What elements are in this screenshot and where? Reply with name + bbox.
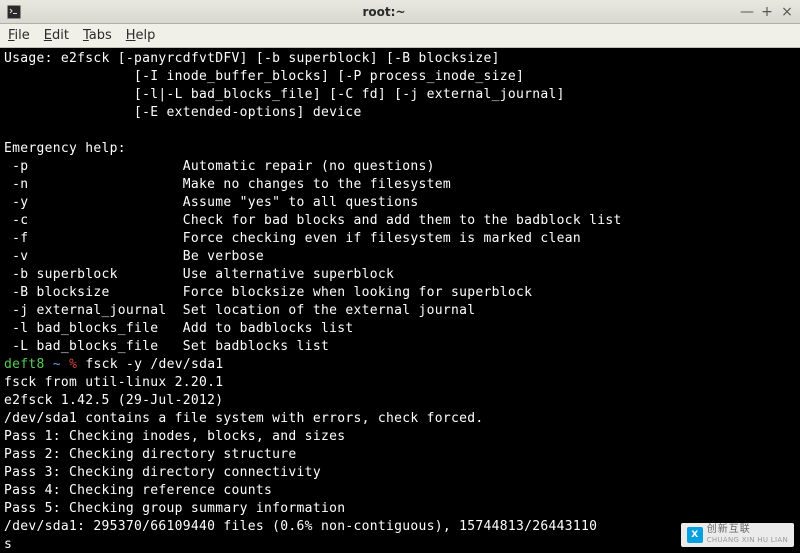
terminal-line: fsck from util-linux 2.20.1: [4, 375, 223, 390]
watermark-icon: X: [687, 527, 703, 543]
close-button[interactable]: ×: [780, 4, 794, 20]
menu-tabs[interactable]: Tabs: [83, 28, 112, 43]
terminal-line: Pass 4: Checking reference counts: [4, 483, 272, 498]
terminal-line: -f Force checking even if filesystem is …: [4, 231, 581, 246]
menu-help[interactable]: Help: [126, 28, 156, 43]
command-text: fsck -y /dev/sda1: [85, 357, 223, 372]
terminal-line: /dev/sda1: 295370/66109440 files (0.6% n…: [4, 519, 597, 534]
terminal-line: -p Automatic repair (no questions): [4, 159, 435, 174]
window-controls: — + ×: [740, 4, 794, 20]
terminal-line: -B blocksize Force blocksize when lookin…: [4, 285, 532, 300]
terminal-line: -j external_journal Set location of the …: [4, 303, 475, 318]
window-titlebar: root:~ — + ×: [0, 0, 800, 24]
menubar: File Edit Tabs Help: [0, 24, 800, 48]
terminal-line: -n Make no changes to the filesystem: [4, 177, 451, 192]
terminal-line: -v Be verbose: [4, 249, 264, 264]
prompt-cwd: ~: [53, 357, 61, 372]
minimize-button[interactable]: —: [740, 4, 754, 20]
terminal-icon: [6, 4, 22, 20]
terminal-line: -l bad_blocks_file Add to badblocks list: [4, 321, 353, 336]
watermark: X 创新互联 CHUANG XIN HU LIAN: [681, 523, 794, 547]
terminal-line: Pass 3: Checking directory connectivity: [4, 465, 321, 480]
terminal-line: [-l|-L bad_blocks_file] [-C fd] [-j exte…: [4, 87, 565, 102]
menu-file[interactable]: File: [8, 28, 30, 43]
terminal-line: [-I inode_buffer_blocks] [-P process_ino…: [4, 69, 524, 84]
terminal-line: Pass 1: Checking inodes, blocks, and siz…: [4, 429, 345, 444]
terminal-line: e2fsck 1.42.5 (29-Jul-2012): [4, 393, 223, 408]
terminal-line: Pass 2: Checking directory structure: [4, 447, 297, 462]
terminal-line: Usage: e2fsck [-panyrcdfvtDFV] [-b super…: [4, 51, 500, 66]
prompt-symbol: %: [69, 357, 77, 372]
maximize-button[interactable]: +: [760, 4, 774, 20]
terminal-line: Emergency help:: [4, 141, 126, 156]
watermark-text-en: CHUANG XIN HU LIAN: [707, 535, 788, 545]
prompt-host: deft8: [4, 357, 45, 372]
terminal-line: -L bad_blocks_file Set badblocks list: [4, 339, 329, 354]
terminal-line: Pass 5: Checking group summary informati…: [4, 501, 345, 516]
terminal-line: /dev/sda1 contains a file system with er…: [4, 411, 483, 426]
terminal-output[interactable]: Usage: e2fsck [-panyrcdfvtDFV] [-b super…: [0, 48, 800, 553]
terminal-line: s: [4, 537, 12, 552]
terminal-line: [-E extended-options] device: [4, 105, 362, 120]
terminal-line: -y Assume "yes" to all questions: [4, 195, 418, 210]
menu-edit[interactable]: Edit: [44, 28, 69, 43]
terminal-line: -c Check for bad blocks and add them to …: [4, 213, 622, 228]
terminal-line: -b superblock Use alternative superblock: [4, 267, 394, 282]
window-title: root:~: [28, 5, 740, 19]
watermark-text-cn: 创新互联: [707, 525, 788, 535]
